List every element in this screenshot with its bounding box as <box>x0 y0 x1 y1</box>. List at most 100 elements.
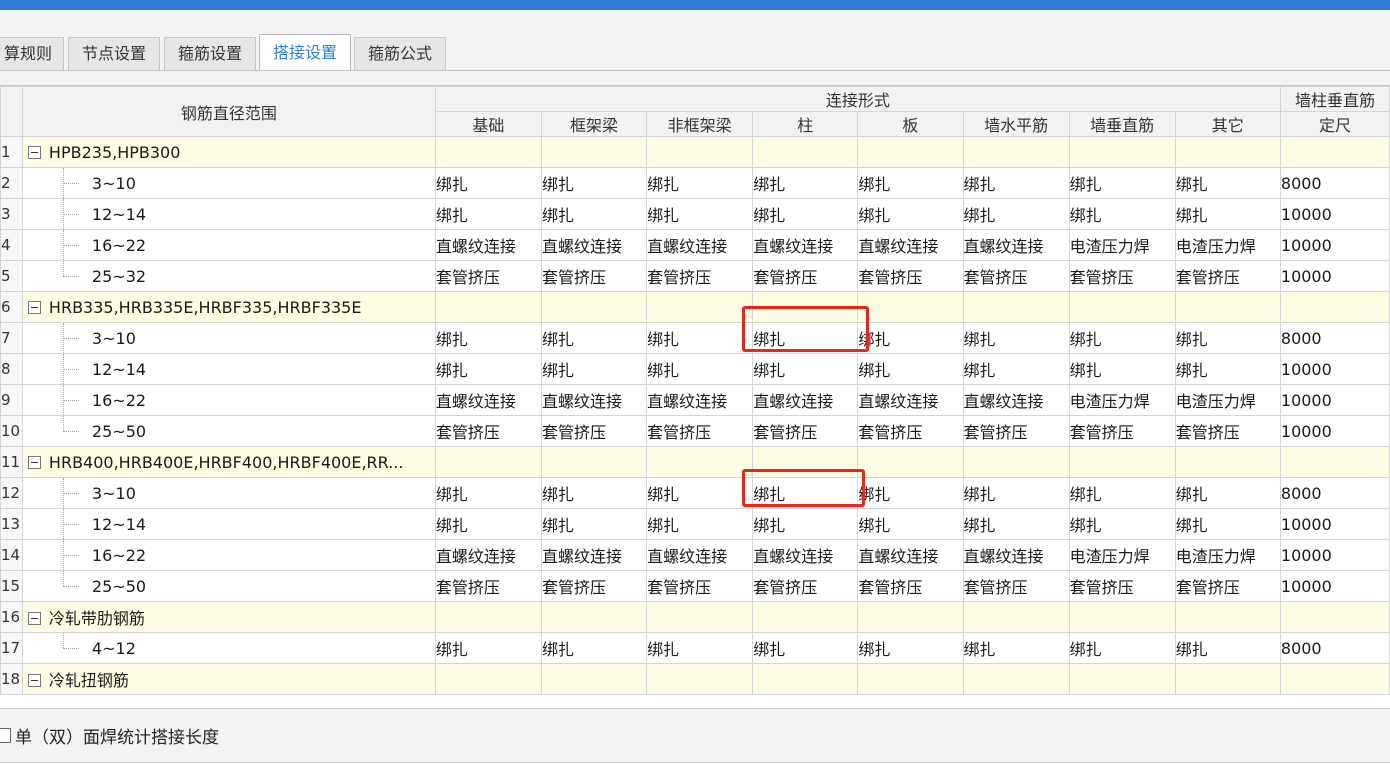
connection-cell-foundation[interactable] <box>434 291 542 323</box>
group-row[interactable]: 18 冷轧扭钢筋 <box>0 663 1390 695</box>
connection-cell-other[interactable]: 绑扎 <box>1174 632 1281 664</box>
diameter-range-cell[interactable]: 25~32 <box>21 260 436 292</box>
connection-cell-wall-vertical[interactable]: 套管挤压 <box>1068 570 1176 602</box>
connection-cell-column[interactable]: 绑扎 <box>752 167 859 199</box>
group-row[interactable]: 16 冷轧带肋钢筋 <box>0 601 1390 633</box>
connection-cell-frame-beam[interactable] <box>540 601 648 633</box>
connection-cell-frame-beam[interactable] <box>540 291 648 323</box>
connection-cell-other[interactable]: 套管挤压 <box>1174 570 1281 602</box>
connection-cell-wall-vertical[interactable] <box>1068 663 1176 695</box>
weld-lap-checkbox-label[interactable]: 单（双）面焊统计搭接长度 <box>15 723 219 748</box>
connection-cell-column[interactable]: 绑扎 <box>752 198 859 230</box>
connection-cell-non-frame-beam[interactable]: 套管挤压 <box>646 260 754 292</box>
table-row[interactable]: 9 16~22 直螺纹连接 直螺纹连接 直螺纹连接 直螺纹连接 直螺纹连接 直螺纹连接 电渣压力… <box>0 384 1390 416</box>
connection-cell-other[interactable]: 绑扎 <box>1174 322 1281 354</box>
diameter-range-cell[interactable]: 3~10 <box>21 477 436 509</box>
connection-cell-frame-beam[interactable]: 直螺纹连接 <box>540 229 648 261</box>
connection-cell-frame-beam[interactable]: 绑扎 <box>540 198 648 230</box>
collapse-icon[interactable] <box>27 674 41 687</box>
diameter-range-cell[interactable]: 3~10 <box>21 167 436 199</box>
table-row[interactable]: 4 16~22 直螺纹连接 直螺纹连接 直螺纹连接 直螺纹连接 直螺纹连接 直螺纹连接 电渣压力… <box>0 229 1390 261</box>
diameter-range-cell[interactable]: 4~12 <box>21 632 436 664</box>
connection-cell-non-frame-beam[interactable]: 绑扎 <box>646 353 754 385</box>
connection-cell-wall-vertical[interactable] <box>1068 291 1176 323</box>
connection-cell-slab[interactable]: 直螺纹连接 <box>857 539 964 571</box>
connection-cell-other[interactable] <box>1174 291 1281 323</box>
connection-cell-slab[interactable]: 绑扎 <box>857 198 964 230</box>
fixed-length-cell[interactable]: 10000 <box>1279 198 1390 230</box>
diameter-range-cell[interactable]: 16~22 <box>21 384 436 416</box>
connection-cell-column[interactable]: 绑扎 <box>752 353 859 385</box>
diameter-range-cell[interactable]: 12~14 <box>21 353 436 385</box>
fixed-length-cell[interactable]: 8000 <box>1279 477 1390 509</box>
connection-cell-other[interactable]: 套管挤压 <box>1174 415 1281 447</box>
fixed-length-cell[interactable]: 10000 <box>1279 415 1390 447</box>
connection-cell-slab[interactable]: 套管挤压 <box>857 415 964 447</box>
connection-cell-wall-vertical[interactable]: 绑扎 <box>1068 632 1176 664</box>
table-row[interactable]: 13 12~14 绑扎 绑扎 绑扎 绑扎 绑扎 绑扎 绑扎 绑扎 10000 <box>0 508 1390 540</box>
table-row[interactable]: 10 25~50 套管挤压 套管挤压 套管挤压 套管挤压 套管挤压 套管挤压 套管挤压 套管挤压 1… <box>0 415 1390 447</box>
fixed-length-cell[interactable]: 8000 <box>1279 167 1390 199</box>
connection-cell-wall-vertical[interactable]: 绑扎 <box>1068 167 1176 199</box>
connection-cell-slab[interactable]: 直螺纹连接 <box>857 229 964 261</box>
connection-cell-other[interactable] <box>1174 136 1281 168</box>
connection-cell-wall-vertical[interactable] <box>1068 446 1176 478</box>
steel-grade-cell[interactable]: HPB235,HPB300 <box>21 136 436 168</box>
connection-cell-wall-vertical[interactable]: 电渣压力焊 <box>1068 384 1176 416</box>
fixed-length-cell[interactable]: 10000 <box>1279 229 1390 261</box>
connection-cell-other[interactable]: 绑扎 <box>1174 508 1281 540</box>
connection-cell-column[interactable]: 套管挤压 <box>752 570 859 602</box>
connection-cell-other[interactable]: 绑扎 <box>1174 198 1281 230</box>
connection-cell-non-frame-beam[interactable] <box>646 136 754 168</box>
connection-cell-wall-horizontal[interactable]: 直螺纹连接 <box>962 229 1070 261</box>
connection-cell-wall-vertical[interactable]: 绑扎 <box>1068 198 1176 230</box>
connection-cell-non-frame-beam[interactable]: 绑扎 <box>646 508 754 540</box>
fixed-length-cell[interactable]: 10000 <box>1279 570 1390 602</box>
connection-cell-non-frame-beam[interactable]: 套管挤压 <box>646 570 754 602</box>
connection-cell-foundation[interactable]: 绑扎 <box>434 353 542 385</box>
connection-cell-frame-beam[interactable]: 绑扎 <box>540 322 648 354</box>
connection-cell-frame-beam[interactable]: 绑扎 <box>540 353 648 385</box>
table-row[interactable]: 2 3~10 绑扎 绑扎 绑扎 绑扎 绑扎 绑扎 绑扎 绑扎 8000 <box>0 167 1390 199</box>
connection-cell-wall-vertical[interactable]: 绑扎 <box>1068 353 1176 385</box>
table-row[interactable]: 3 12~14 绑扎 绑扎 绑扎 绑扎 绑扎 绑扎 绑扎 绑扎 10000 <box>0 198 1390 230</box>
connection-cell-foundation[interactable] <box>434 136 542 168</box>
connection-cell-frame-beam[interactable]: 绑扎 <box>540 167 648 199</box>
steel-grade-cell[interactable]: 冷轧带肋钢筋 <box>21 601 436 633</box>
connection-cell-non-frame-beam[interactable]: 绑扎 <box>646 322 754 354</box>
connection-cell-non-frame-beam[interactable] <box>646 291 754 323</box>
tab-lap-settings[interactable]: 搭接设置 <box>259 34 351 71</box>
connection-cell-non-frame-beam[interactable]: 套管挤压 <box>646 415 754 447</box>
connection-cell-non-frame-beam[interactable] <box>646 446 754 478</box>
connection-cell-column[interactable] <box>752 663 859 695</box>
connection-cell-frame-beam[interactable]: 绑扎 <box>540 632 648 664</box>
connection-cell-wall-horizontal[interactable]: 绑扎 <box>962 167 1070 199</box>
collapse-icon[interactable] <box>27 300 41 314</box>
connection-cell-wall-horizontal[interactable]: 绑扎 <box>962 632 1070 664</box>
connection-cell-other[interactable]: 套管挤压 <box>1174 260 1281 292</box>
connection-cell-other[interactable]: 绑扎 <box>1174 353 1281 385</box>
diameter-range-cell[interactable]: 12~14 <box>21 508 436 540</box>
connection-cell-slab[interactable]: 绑扎 <box>857 322 964 354</box>
connection-cell-non-frame-beam[interactable] <box>646 663 754 695</box>
connection-cell-other[interactable]: 电渣压力焊 <box>1174 384 1281 416</box>
tab-stirrup-settings[interactable]: 箍筋设置 <box>164 37 256 70</box>
table-row[interactable]: 15 25~50 套管挤压 套管挤压 套管挤压 套管挤压 套管挤压 套管挤压 套管挤压 套管挤压 1… <box>0 570 1390 602</box>
connection-cell-other[interactable] <box>1174 663 1281 695</box>
connection-cell-wall-horizontal[interactable] <box>962 601 1070 633</box>
collapse-icon[interactable] <box>27 612 41 625</box>
steel-grade-cell[interactable]: 冷轧扭钢筋 <box>21 663 436 695</box>
collapse-icon[interactable] <box>27 145 41 159</box>
connection-cell-foundation[interactable] <box>434 663 542 695</box>
diameter-range-cell[interactable]: 12~14 <box>21 198 436 230</box>
fixed-length-cell[interactable]: 8000 <box>1279 632 1390 664</box>
connection-cell-column[interactable]: 套管挤压 <box>752 260 859 292</box>
connection-cell-wall-horizontal[interactable]: 绑扎 <box>962 198 1070 230</box>
connection-cell-wall-horizontal[interactable]: 绑扎 <box>962 477 1070 509</box>
connection-cell-foundation[interactable]: 绑扎 <box>434 508 542 540</box>
connection-cell-frame-beam[interactable]: 套管挤压 <box>540 415 648 447</box>
connection-cell-other[interactable] <box>1174 446 1281 478</box>
tab-node-settings[interactable]: 节点设置 <box>68 37 160 70</box>
connection-cell-frame-beam[interactable]: 直螺纹连接 <box>540 384 648 416</box>
connection-cell-foundation[interactable]: 绑扎 <box>434 477 542 509</box>
